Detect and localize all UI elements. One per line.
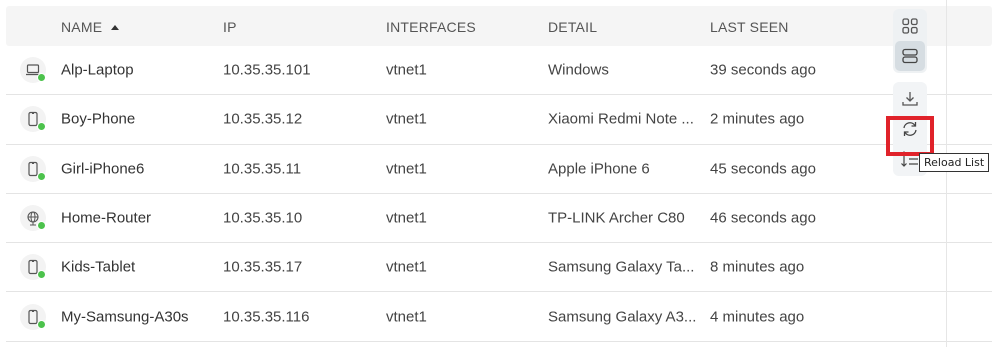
device-name[interactable]: My-Samsung-A30s [61, 308, 189, 325]
phone-icon [20, 303, 46, 330]
table-row[interactable]: Alp-Laptop 10.35.35.101 vtnet1 Windows 39 se… [6, 46, 992, 96]
column-header-ip[interactable]: IP [223, 19, 237, 35]
download-icon[interactable] [893, 84, 927, 114]
side-toolbar [886, 9, 934, 176]
device-detail: Apple iPhone 6 [548, 160, 650, 178]
device-last-seen: 45 seconds ago [710, 160, 816, 178]
device-interface: vtnet1 [386, 110, 427, 128]
column-header-interfaces[interactable]: INTERFACES [386, 19, 476, 35]
reload-highlight-box [886, 116, 934, 156]
device-name[interactable]: Boy-Phone [61, 111, 135, 128]
grid-view-icon[interactable] [895, 11, 925, 41]
laptop-icon [20, 57, 46, 84]
device-name[interactable]: Alp-Laptop [61, 62, 134, 79]
device-name[interactable]: Home-Router [61, 210, 151, 227]
table-header: NAME IP INTERFACES DETAIL LAST SEEN [6, 6, 992, 46]
device-interface: vtnet1 [386, 209, 427, 227]
device-interface: vtnet1 [386, 258, 427, 276]
device-interface: vtnet1 [386, 61, 427, 79]
device-last-seen: 4 minutes ago [710, 308, 805, 326]
device-last-seen: 8 minutes ago [710, 258, 805, 276]
device-name[interactable]: Kids-Tablet [61, 259, 135, 276]
device-ip: 10.35.35.12 [223, 110, 303, 128]
device-ip: 10.35.35.10 [223, 209, 303, 227]
device-ip: 10.35.35.101 [223, 61, 311, 79]
devices-table: NAME IP INTERFACES DETAIL LAST SEEN Alp-… [6, 6, 992, 342]
device-detail: Windows [548, 61, 609, 79]
online-status-dot [37, 73, 46, 83]
phone-icon [20, 155, 46, 182]
device-name[interactable]: Girl-iPhone6 [61, 160, 144, 177]
device-last-seen: 39 seconds ago [710, 61, 816, 79]
device-interface: vtnet1 [386, 160, 427, 178]
column-name-label: NAME [61, 19, 103, 35]
table-row[interactable]: Kids-Tablet 10.35.35.17 vtnet1 Samsung Gala… [6, 243, 992, 293]
device-detail: Samsung Galaxy A3... [548, 308, 697, 326]
online-status-dot [37, 122, 46, 132]
device-interface: vtnet1 [386, 308, 427, 326]
device-ip: 10.35.35.11 [223, 160, 302, 178]
column-header-name[interactable]: NAME [61, 19, 120, 35]
view-toggle [893, 9, 927, 73]
device-last-seen: 2 minutes ago [710, 110, 805, 128]
column-header-last-seen[interactable]: LAST SEEN [710, 19, 789, 35]
table-row[interactable]: My-Samsung-A30s 10.35.35.116 vtnet1 Samsung… [6, 292, 992, 342]
online-status-dot [37, 221, 46, 231]
online-status-dot [37, 319, 46, 329]
device-ip: 10.35.35.116 [223, 308, 310, 326]
device-detail: Samsung Galaxy Ta... [548, 258, 695, 276]
table-row[interactable]: Girl-iPhone6 10.35.35.11 vtnet1 Apple iPhon… [6, 145, 992, 194]
list-view-icon[interactable] [895, 41, 925, 71]
panel-divider [946, 0, 947, 347]
column-header-detail[interactable]: DETAIL [548, 19, 703, 35]
device-detail: TP-LINK Archer C80 [548, 209, 685, 227]
router-globe-icon [20, 205, 46, 232]
phone-icon [20, 254, 46, 281]
phone-icon [20, 106, 46, 133]
table-row[interactable]: Boy-Phone 10.35.35.12 vtnet1 Xiaomi Redmi N… [6, 95, 992, 145]
device-detail: Xiaomi Redmi Note ... [548, 110, 694, 128]
table-row[interactable]: Home-Router 10.35.35.10 vtnet1 TP-LINK Arch… [6, 194, 992, 244]
device-last-seen: 46 seconds ago [710, 209, 816, 227]
sort-asc-icon [111, 25, 120, 30]
device-ip: 10.35.35.17 [223, 258, 303, 276]
reload-tooltip: Reload List [919, 153, 990, 172]
online-status-dot [37, 171, 46, 181]
online-status-dot [37, 270, 46, 280]
